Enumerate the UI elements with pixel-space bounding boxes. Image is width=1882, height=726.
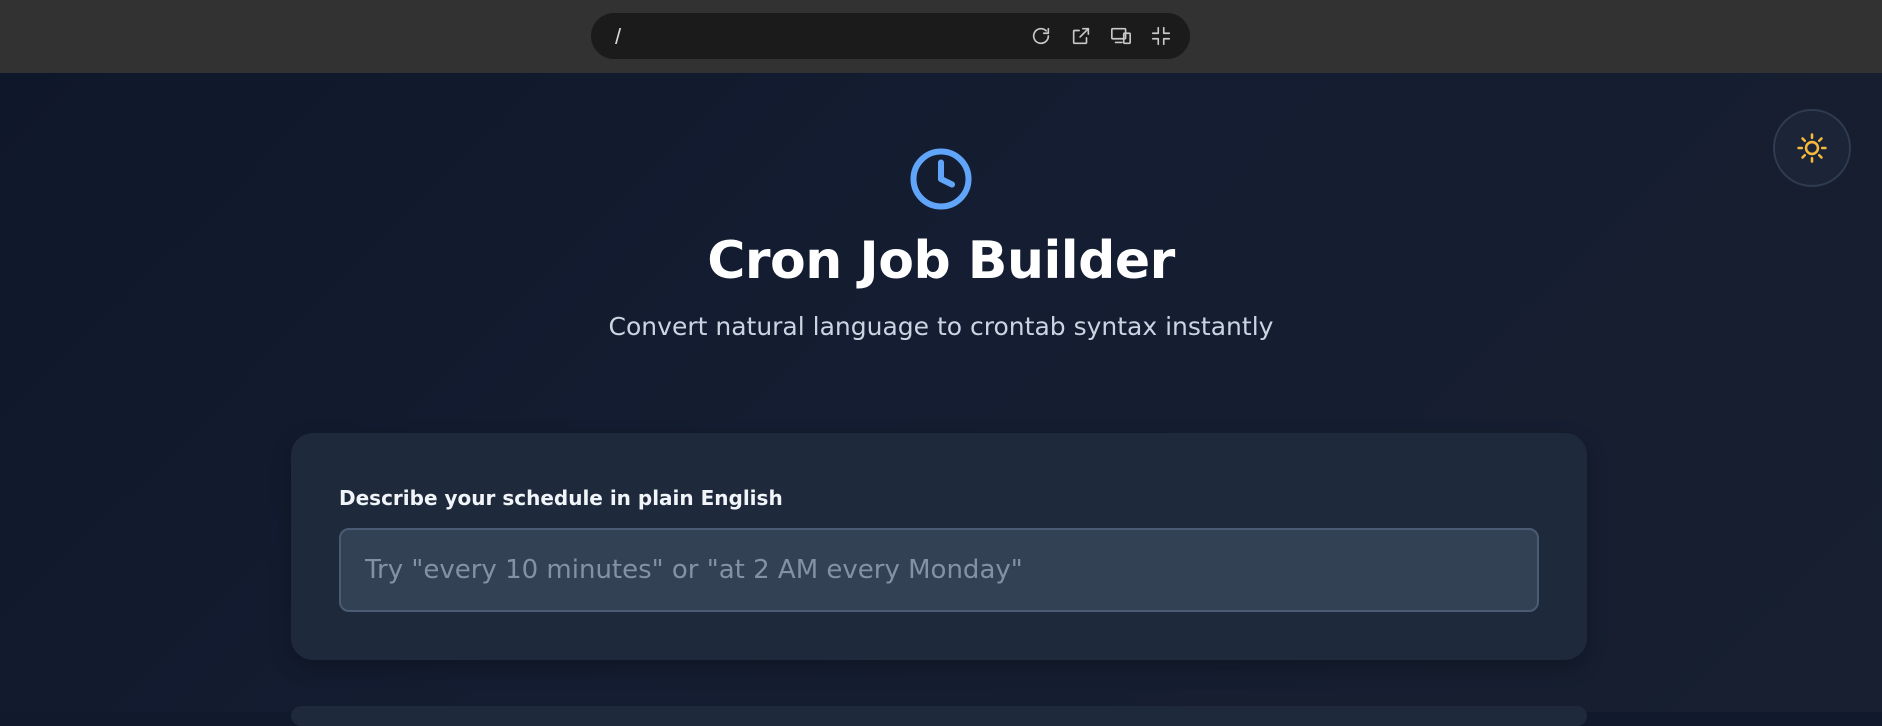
address-bar-actions: [1030, 25, 1172, 47]
device-preview-icon[interactable]: [1110, 25, 1132, 47]
schedule-input-card: Describe your schedule in plain English: [291, 433, 1587, 660]
browser-toolbar: /: [0, 0, 1882, 73]
reload-icon[interactable]: [1030, 25, 1052, 47]
address-bar[interactable]: /: [591, 13, 1190, 59]
schedule-input-label: Describe your schedule in plain English: [339, 486, 783, 510]
page-title: Cron Job Builder: [707, 231, 1175, 291]
address-bar-url: /: [615, 24, 622, 49]
result-card: [291, 706, 1587, 726]
collapse-icon[interactable]: [1150, 25, 1172, 47]
page-header: Cron Job Builder Convert natural languag…: [0, 146, 1882, 341]
page-subtitle: Convert natural language to crontab synt…: [608, 312, 1274, 342]
open-external-icon[interactable]: [1070, 25, 1092, 47]
clock-icon: [910, 148, 972, 210]
schedule-input[interactable]: [339, 528, 1539, 612]
